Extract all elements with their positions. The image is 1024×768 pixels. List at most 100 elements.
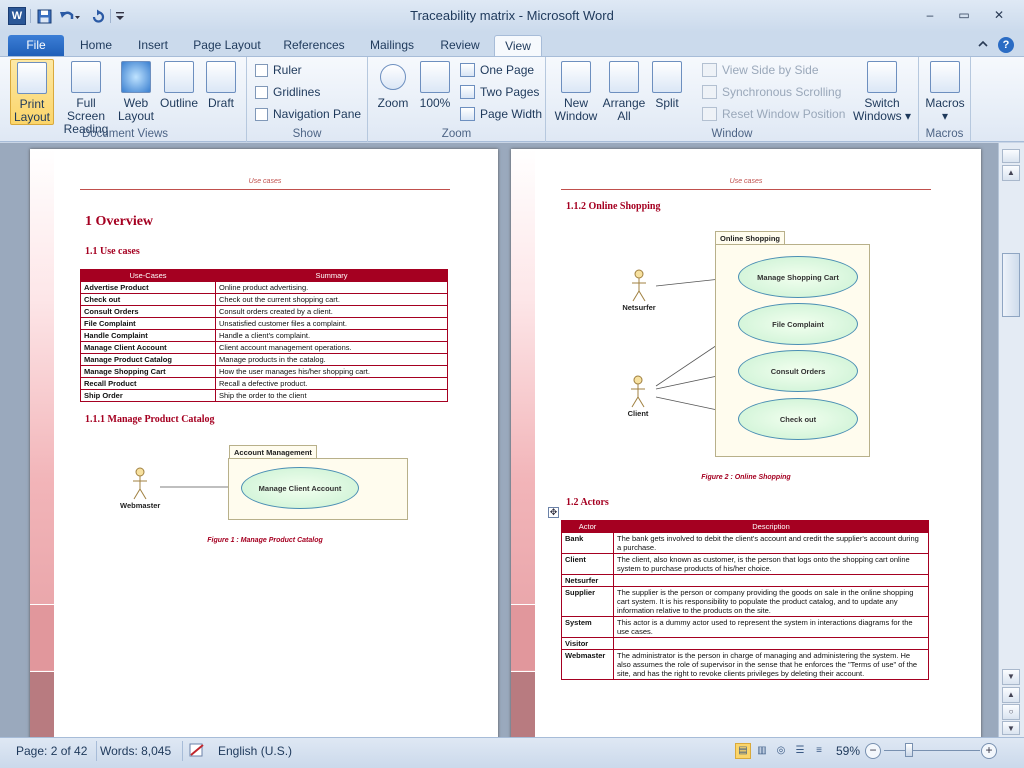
page-right[interactable]: Use cases 1.1.2 Online Shopping Online S… <box>511 149 981 737</box>
tab-page-layout[interactable]: Page Layout <box>188 35 266 56</box>
diagram1-connector <box>160 486 242 488</box>
print-layout-button[interactable]: Print Layout <box>10 59 54 125</box>
tab-view[interactable]: View <box>494 35 542 56</box>
navigation-pane-checkbox[interactable]: Navigation Pane <box>255 105 361 123</box>
print-layout-label-2: Layout <box>13 110 51 124</box>
tab-file[interactable]: File <box>8 35 64 56</box>
two-pages-button[interactable]: Two Pages <box>460 83 539 101</box>
next-page-button[interactable]: ▼ <box>1002 721 1020 735</box>
switch-windows-button[interactable]: Switch Windows ▾ <box>850 59 914 123</box>
help-icon[interactable]: ? <box>998 37 1014 53</box>
draft-button[interactable]: Draft <box>202 59 240 110</box>
page-count[interactable]: Page: 2 of 42 <box>16 744 87 758</box>
ruler-check-box[interactable] <box>255 63 268 77</box>
zoom-level[interactable]: 59% <box>836 744 860 758</box>
table-header: Actor <box>561 520 614 533</box>
zoom-slider-track[interactable] <box>884 750 980 751</box>
gridlines-checkbox[interactable]: Gridlines <box>255 83 320 101</box>
gridlines-check-box[interactable] <box>255 85 268 99</box>
table-cell-value <box>613 574 929 587</box>
outline-button[interactable]: Outline <box>157 59 201 110</box>
table-row: System This actor is a dummy actor used t… <box>561 616 929 638</box>
one-page-button[interactable]: One Page <box>460 61 534 79</box>
actor-netsurfer: Netsurfer <box>617 269 661 312</box>
browse-object-button[interactable]: ○ <box>1002 704 1020 720</box>
web-layout-icon <box>121 61 151 93</box>
document-area[interactable]: Use cases 1 Overview 1.1 Use cases Use-C… <box>0 143 998 737</box>
two-pages-label: Two Pages <box>480 85 540 99</box>
zoom-slider-thumb[interactable] <box>905 743 913 757</box>
ruler-toggle-icon[interactable] <box>1002 149 1020 163</box>
arrange-all-button[interactable]: Arrange All <box>600 59 648 123</box>
table-cell-value: The bank gets involved to debit the clie… <box>613 532 929 554</box>
table-cell-value <box>613 637 929 650</box>
sync-scroll-label: Synchronous Scrolling <box>722 85 842 99</box>
one-page-icon <box>460 63 475 77</box>
table-cell-key: Bank <box>561 532 614 554</box>
synchronous-scrolling-button[interactable]: Synchronous Scrolling <box>702 83 841 101</box>
table-cell-key: Supplier <box>561 586 614 617</box>
language-indicator[interactable]: English (U.S.) <box>218 744 292 758</box>
macros-dropdown-arrow: ▾ <box>941 109 949 123</box>
zoom-in-button[interactable]: + <box>981 743 997 759</box>
tab-review[interactable]: Review <box>434 35 486 56</box>
status-separator <box>182 741 183 761</box>
web-layout-button[interactable]: Web Layout <box>116 59 156 123</box>
table-row: Netsurfer <box>561 574 929 587</box>
web-layout-view-icon[interactable]: ◎ <box>773 743 789 759</box>
minimize-button[interactable]: – <box>917 6 943 24</box>
magnifier-icon <box>380 64 406 90</box>
reset-window-position-button[interactable]: Reset Window Position <box>702 105 845 123</box>
close-button[interactable]: ✕ <box>986 6 1012 24</box>
previous-page-button[interactable]: ▲ <box>1002 687 1020 703</box>
word-count[interactable]: Words: 8,045 <box>100 744 171 758</box>
group-macros: Macros ▾ Macros <box>919 57 971 142</box>
tab-mailings[interactable]: Mailings <box>362 35 422 56</box>
table-cell-key: Client <box>561 553 614 575</box>
print-layout-view-icon[interactable]: ▤ <box>735 743 751 759</box>
zoom-out-button[interactable]: − <box>865 743 881 759</box>
page-width-button[interactable]: Page Width <box>460 105 542 123</box>
zoom-100-label: 100% <box>419 96 451 110</box>
tab-home[interactable]: Home <box>72 35 120 56</box>
table-row: Visitor <box>561 637 929 650</box>
ruler-label: Ruler <box>273 63 302 77</box>
group-show: Ruler Gridlines Navigation Pane Show <box>247 57 368 142</box>
scroll-down-button[interactable]: ▼ <box>1002 669 1020 685</box>
split-button[interactable]: Split <box>648 59 686 110</box>
table-move-handle-icon[interactable]: ✥ <box>548 507 559 518</box>
arrange-all-icon <box>609 61 639 93</box>
full-screen-reading-button[interactable]: Full Screen Reading <box>56 59 116 136</box>
proofing-icon[interactable] <box>188 742 206 761</box>
page-left[interactable]: Use cases 1 Overview 1.1 Use cases Use-C… <box>30 149 498 737</box>
zoom-button[interactable]: Zoom <box>374 59 412 110</box>
ruler-checkbox[interactable]: Ruler <box>255 61 302 79</box>
navigation-pane-check-box[interactable] <box>255 107 268 121</box>
split-icon <box>652 61 682 93</box>
full-screen-reading-view-icon[interactable]: ▥ <box>754 743 770 759</box>
outline-view-icon[interactable]: ☰ <box>792 743 808 759</box>
scroll-up-button[interactable]: ▲ <box>1002 165 1020 181</box>
zoom-100-button[interactable]: 100% <box>416 59 454 110</box>
two-pages-icon <box>460 85 475 99</box>
table-cell-value: The client, also known as customer, is t… <box>613 553 929 575</box>
view-side-by-side-button[interactable]: View Side by Side <box>702 61 819 79</box>
new-window-button[interactable]: New Window <box>550 59 602 123</box>
tab-references[interactable]: References <box>278 35 350 56</box>
minimize-ribbon-icon[interactable] <box>977 38 991 52</box>
reset-position-label: Reset Window Position <box>722 107 846 121</box>
gridlines-label: Gridlines <box>273 85 321 99</box>
actor-client: Client <box>621 375 655 418</box>
vertical-scrollbar[interactable]: ▲ ▼ ▲ ○ ▼ <box>998 143 1024 737</box>
macros-button[interactable]: Macros ▾ <box>923 59 967 123</box>
draft-view-icon[interactable]: ≡ <box>811 743 827 759</box>
draft-icon <box>206 61 236 93</box>
stick-figure-icon <box>133 467 147 500</box>
restore-button[interactable]: ▭ <box>951 6 977 24</box>
scroll-thumb[interactable] <box>1002 253 1020 317</box>
zoom-label: Zoom <box>377 96 409 110</box>
tab-insert[interactable]: Insert <box>130 35 176 56</box>
one-page-label: One Page <box>480 63 535 77</box>
table-cell-key: Netsurfer <box>561 574 614 587</box>
usecase-consult-orders: Consult Orders <box>738 350 858 392</box>
